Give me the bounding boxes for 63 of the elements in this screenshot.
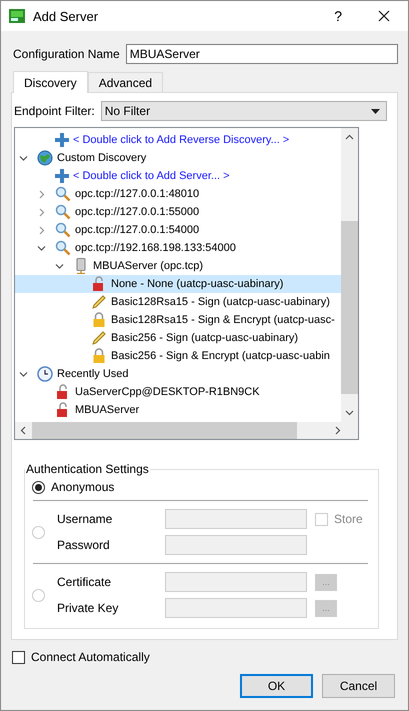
dialog-button[interactable]: OK — [240, 674, 313, 698]
endpoint-filter-dropdown[interactable]: No Filter — [100, 101, 387, 121]
window-title: Add Server — [33, 8, 100, 24]
magnifier-icon — [55, 222, 71, 238]
tree-item[interactable]: opc.tcp://127.0.0.1:54000 — [15, 221, 341, 239]
tree-item[interactable]: Recently Used — [15, 365, 341, 383]
checkbox-label: Connect Automatically — [31, 650, 150, 664]
radio-label: Anonymous — [51, 480, 114, 494]
close-icon[interactable] — [378, 10, 390, 22]
field-label: Endpoint Filter: — [14, 104, 95, 118]
group-title: Authentication Settings — [25, 462, 150, 476]
scroll-right-icon[interactable] — [335, 426, 341, 435]
magnifier-icon — [55, 186, 71, 202]
checkbox-label: Store — [334, 512, 363, 526]
globe-icon — [37, 150, 53, 166]
input-field[interactable] — [165, 598, 307, 618]
scroll-down-icon[interactable] — [345, 410, 354, 416]
configuration-name-field[interactable]: MBUAServer — [126, 44, 398, 64]
clock-icon — [37, 366, 53, 382]
plus-icon — [55, 169, 69, 183]
field-label: Configuration Name — [13, 47, 120, 61]
scroll-up-icon[interactable] — [345, 134, 354, 140]
tree-item[interactable]: opc.tcp://127.0.0.1:48010 — [15, 185, 341, 203]
app-icon — [9, 8, 25, 24]
input-field[interactable] — [165, 509, 307, 529]
tree-item[interactable]: MBUAServer (opc.tcp) — [15, 257, 341, 275]
scroll-left-icon[interactable] — [20, 426, 26, 435]
store-checkbox[interactable] — [315, 512, 328, 526]
horizontal-scrollbar[interactable] — [15, 422, 358, 439]
field-label: Private Key — [57, 601, 120, 615]
tree-item[interactable]: MBUAServer — [15, 401, 341, 419]
connect-automatically-checkbox[interactable] — [12, 650, 25, 664]
tree-item[interactable]: opc.tcp://127.0.0.1:55000 — [15, 203, 341, 221]
magnifier-icon — [55, 204, 71, 220]
tab[interactable]: Discovery — [13, 71, 88, 93]
tree-item[interactable]: Basic128Rsa15 - Sign & Encrypt (uatcp-uasc- — [15, 311, 341, 329]
tree-item[interactable]: < Double click to Add Reverse Discovery... > — [15, 131, 341, 149]
tree-item[interactable]: Basic256 - Sign (uatcp-uasc-uabinary) — [15, 329, 341, 347]
chevron-down-icon[interactable] — [19, 370, 28, 378]
vertical-scrollbar[interactable] — [341, 128, 358, 422]
dialog-button[interactable]: Cancel — [322, 674, 395, 698]
help-button[interactable]: ? — [334, 8, 342, 24]
plus-icon — [55, 133, 69, 147]
lock-icon — [91, 348, 107, 364]
input-field[interactable] — [165, 572, 307, 592]
radio-button[interactable] — [32, 480, 45, 494]
tree-item[interactable]: Basic256 - Sign & Encrypt (uatcp-uasc-uabin — [15, 347, 341, 365]
tree-item[interactable]: Custom Discovery — [15, 149, 341, 167]
tree-item[interactable]: None - None (uatcp-uasc-uabinary) — [15, 275, 341, 293]
chevron-down-icon[interactable] — [19, 154, 28, 162]
tab[interactable]: Advanced — [88, 72, 164, 92]
input-field[interactable] — [165, 535, 307, 555]
field-label: Username — [57, 512, 114, 526]
lock-icon — [91, 312, 107, 328]
tree-item[interactable]: < Double click to Add Server... > — [15, 167, 341, 185]
tree-item[interactable]: Basic128Rsa15 - Sign (uatcp-uasc-uabinary) — [15, 293, 341, 311]
field-label: Password — [57, 538, 111, 552]
field-label: Certificate — [57, 575, 112, 589]
magnifier-icon — [55, 240, 71, 256]
tree-item[interactable]: UaServerCpp@DESKTOP-R1BN9CK — [15, 383, 341, 401]
dropdown-arrow-icon[interactable] — [371, 108, 380, 114]
pencil-icon — [91, 330, 107, 346]
tree-item[interactable]: opc.tcp://192.168.198.133:54000 — [15, 239, 341, 257]
